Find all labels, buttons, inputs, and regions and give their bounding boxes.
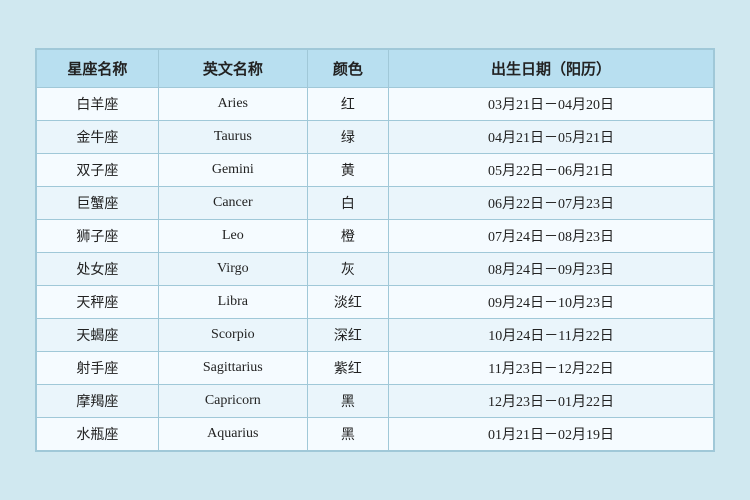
- table-row: 双子座Gemini黄05月22日－06月21日: [37, 154, 714, 187]
- cell-en: Virgo: [158, 253, 307, 286]
- cell-date: 05月22日－06月21日: [389, 154, 714, 187]
- cell-en: Leo: [158, 220, 307, 253]
- table-row: 处女座Virgo灰08月24日－09月23日: [37, 253, 714, 286]
- cell-date: 11月23日－12月22日: [389, 352, 714, 385]
- cell-color: 黄: [307, 154, 388, 187]
- cell-date: 04月21日－05月21日: [389, 121, 714, 154]
- table-row: 巨蟹座Cancer白06月22日－07月23日: [37, 187, 714, 220]
- cell-cn: 处女座: [37, 253, 159, 286]
- cell-color: 红: [307, 88, 388, 121]
- cell-cn: 狮子座: [37, 220, 159, 253]
- header-cn: 星座名称: [37, 50, 159, 88]
- header-date: 出生日期（阳历）: [389, 50, 714, 88]
- cell-date: 01月21日－02月19日: [389, 418, 714, 451]
- cell-en: Libra: [158, 286, 307, 319]
- cell-color: 绿: [307, 121, 388, 154]
- cell-cn: 金牛座: [37, 121, 159, 154]
- cell-cn: 摩羯座: [37, 385, 159, 418]
- cell-date: 09月24日－10月23日: [389, 286, 714, 319]
- cell-cn: 水瓶座: [37, 418, 159, 451]
- cell-color: 黑: [307, 385, 388, 418]
- cell-color: 淡红: [307, 286, 388, 319]
- cell-color: 深红: [307, 319, 388, 352]
- cell-color: 黑: [307, 418, 388, 451]
- cell-cn: 巨蟹座: [37, 187, 159, 220]
- cell-date: 12月23日－01月22日: [389, 385, 714, 418]
- cell-en: Capricorn: [158, 385, 307, 418]
- cell-en: Scorpio: [158, 319, 307, 352]
- cell-date: 07月24日－08月23日: [389, 220, 714, 253]
- table-row: 射手座Sagittarius紫红11月23日－12月22日: [37, 352, 714, 385]
- cell-date: 03月21日－04月20日: [389, 88, 714, 121]
- table-row: 狮子座Leo橙07月24日－08月23日: [37, 220, 714, 253]
- cell-en: Aries: [158, 88, 307, 121]
- zodiac-table-container: 星座名称 英文名称 颜色 出生日期（阳历） 白羊座Aries红03月21日－04…: [35, 48, 715, 452]
- table-row: 天秤座Libra淡红09月24日－10月23日: [37, 286, 714, 319]
- cell-en: Gemini: [158, 154, 307, 187]
- cell-date: 10月24日－11月22日: [389, 319, 714, 352]
- cell-cn: 天蝎座: [37, 319, 159, 352]
- cell-cn: 双子座: [37, 154, 159, 187]
- table-row: 摩羯座Capricorn黑12月23日－01月22日: [37, 385, 714, 418]
- cell-color: 橙: [307, 220, 388, 253]
- table-row: 白羊座Aries红03月21日－04月20日: [37, 88, 714, 121]
- cell-en: Cancer: [158, 187, 307, 220]
- header-en: 英文名称: [158, 50, 307, 88]
- table-header-row: 星座名称 英文名称 颜色 出生日期（阳历）: [37, 50, 714, 88]
- table-row: 天蝎座Scorpio深红10月24日－11月22日: [37, 319, 714, 352]
- cell-en: Taurus: [158, 121, 307, 154]
- table-row: 金牛座Taurus绿04月21日－05月21日: [37, 121, 714, 154]
- cell-en: Sagittarius: [158, 352, 307, 385]
- header-color: 颜色: [307, 50, 388, 88]
- table-row: 水瓶座Aquarius黑01月21日－02月19日: [37, 418, 714, 451]
- cell-date: 08月24日－09月23日: [389, 253, 714, 286]
- cell-en: Aquarius: [158, 418, 307, 451]
- cell-color: 白: [307, 187, 388, 220]
- table-body: 白羊座Aries红03月21日－04月20日金牛座Taurus绿04月21日－0…: [37, 88, 714, 451]
- cell-cn: 天秤座: [37, 286, 159, 319]
- cell-date: 06月22日－07月23日: [389, 187, 714, 220]
- cell-cn: 白羊座: [37, 88, 159, 121]
- cell-color: 紫红: [307, 352, 388, 385]
- zodiac-table: 星座名称 英文名称 颜色 出生日期（阳历） 白羊座Aries红03月21日－04…: [36, 49, 714, 451]
- cell-color: 灰: [307, 253, 388, 286]
- cell-cn: 射手座: [37, 352, 159, 385]
